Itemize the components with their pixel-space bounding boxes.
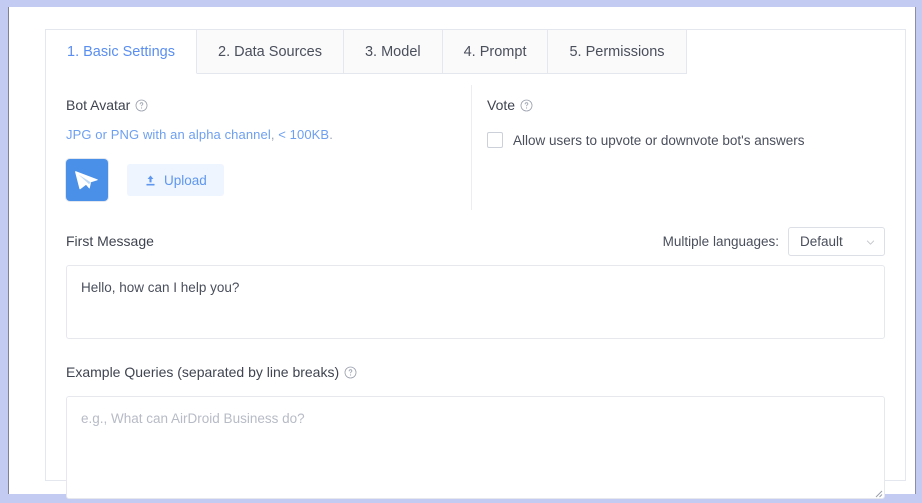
bot-avatar-hint: JPG or PNG with an alpha channel, < 100K… bbox=[66, 127, 456, 142]
tab-model[interactable]: 3. Model bbox=[343, 30, 443, 74]
bot-avatar-label: Bot Avatar bbox=[66, 97, 131, 113]
first-message-label: First Message bbox=[66, 233, 154, 249]
page-sheet: 1. Basic Settings 2. Data Sources 3. Mod… bbox=[8, 7, 915, 499]
example-queries-header: Example Queries (separated by line break… bbox=[66, 360, 885, 384]
example-queries-label: Example Queries (separated by line break… bbox=[66, 364, 340, 380]
tab-label: 3. Model bbox=[364, 44, 421, 60]
upload-button[interactable]: Upload bbox=[127, 164, 224, 196]
hint-size: < 100KB bbox=[278, 127, 330, 142]
first-message-header: First Message Multiple languages: Defaul… bbox=[66, 226, 885, 256]
upload-button-label: Upload bbox=[164, 172, 207, 188]
column-divider bbox=[471, 85, 472, 210]
help-circle-icon[interactable] bbox=[135, 99, 148, 112]
multiple-languages-control: Multiple languages: Default bbox=[662, 226, 885, 256]
example-queries-input-wrap bbox=[66, 396, 885, 499]
language-select-value: Default bbox=[800, 233, 843, 249]
hint-separator: , bbox=[270, 127, 275, 142]
vote-label: Vote bbox=[487, 97, 516, 113]
tab-label: 4. Prompt bbox=[463, 44, 527, 60]
bot-avatar-label-row: Bot Avatar bbox=[66, 96, 456, 114]
card-body: Bot Avatar JPG or PNG with an alpha chan… bbox=[46, 74, 905, 499]
vote-label-row: Vote bbox=[487, 96, 887, 114]
tab-label: 2. Data Sources bbox=[218, 44, 322, 60]
tab-bar: 1. Basic Settings 2. Data Sources 3. Mod… bbox=[46, 30, 687, 74]
tab-permissions[interactable]: 5. Permissions bbox=[548, 30, 687, 74]
hint-format: JPG or PNG with an alpha channel bbox=[66, 127, 271, 142]
avatar[interactable] bbox=[66, 159, 108, 201]
first-message-input[interactable] bbox=[66, 265, 885, 339]
help-circle-icon[interactable] bbox=[344, 366, 357, 379]
tab-basic-settings[interactable]: 1. Basic Settings bbox=[46, 30, 197, 74]
vote-checkbox-row[interactable]: Allow users to upvote or downvote bot's … bbox=[487, 132, 887, 148]
first-message-input-wrap bbox=[66, 265, 885, 339]
settings-card: 1. Basic Settings 2. Data Sources 3. Mod… bbox=[45, 29, 906, 499]
tab-data-sources[interactable]: 2. Data Sources bbox=[197, 30, 344, 74]
multiple-languages-label: Multiple languages: bbox=[662, 233, 779, 249]
help-circle-icon[interactable] bbox=[520, 99, 533, 112]
vote-checkbox-label: Allow users to upvote or downvote bot's … bbox=[513, 132, 805, 148]
first-message-section: First Message Multiple languages: Defaul… bbox=[66, 226, 885, 339]
vote-section: Vote Allow users to upvote or downvote b… bbox=[487, 96, 887, 148]
avatar-row: Upload bbox=[66, 159, 456, 201]
tab-prompt[interactable]: 4. Prompt bbox=[442, 30, 549, 74]
vote-checkbox[interactable] bbox=[487, 132, 503, 148]
example-queries-label-row: Example Queries (separated by line break… bbox=[66, 363, 357, 381]
bot-avatar-section: Bot Avatar JPG or PNG with an alpha chan… bbox=[66, 96, 456, 201]
example-queries-section: Example Queries (separated by line break… bbox=[66, 360, 885, 499]
paper-plane-icon bbox=[75, 171, 98, 190]
upload-icon bbox=[144, 174, 157, 187]
tab-label: 1. Basic Settings bbox=[67, 44, 175, 60]
hint-period: . bbox=[329, 127, 333, 142]
chevron-down-icon bbox=[865, 236, 876, 247]
example-queries-input[interactable] bbox=[66, 396, 885, 499]
tab-label: 5. Permissions bbox=[569, 44, 665, 60]
language-select[interactable]: Default bbox=[788, 226, 885, 256]
